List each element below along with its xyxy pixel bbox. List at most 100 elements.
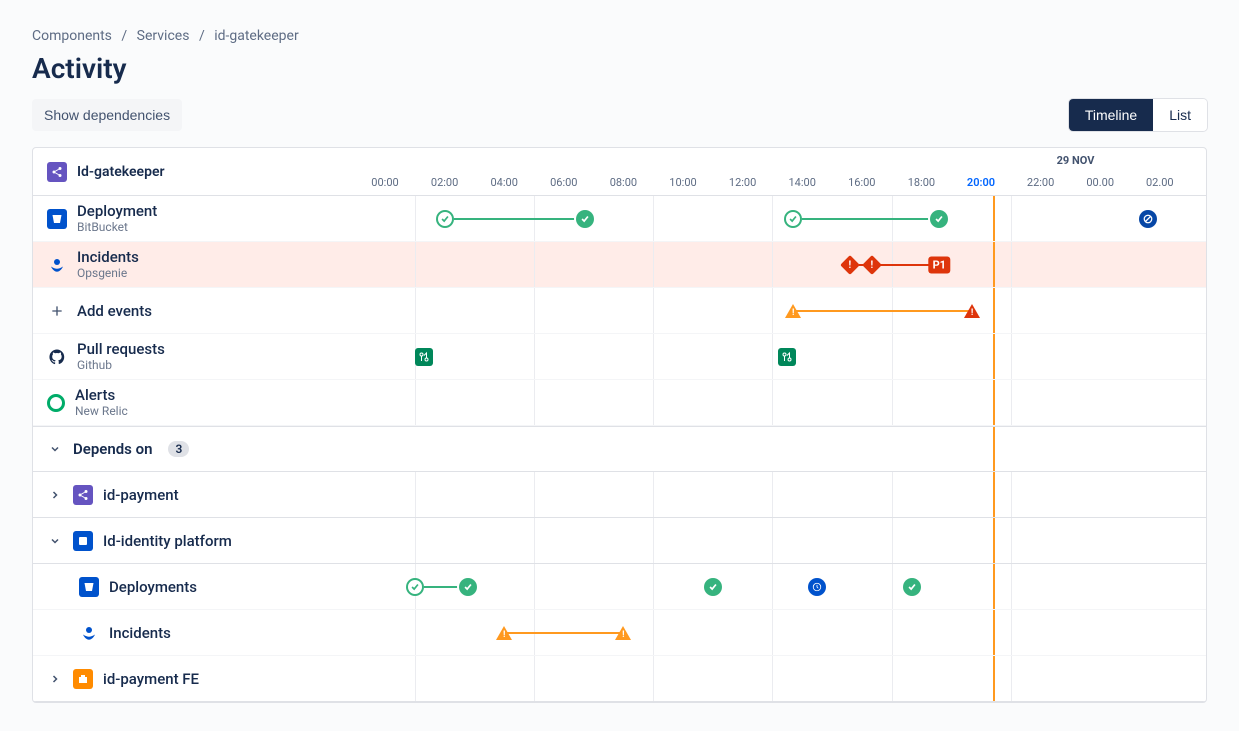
share-icon: [47, 162, 67, 182]
tick: 18:00: [908, 176, 935, 189]
timeline-row: [365, 518, 1206, 564]
timeline-segment[interactable]: [793, 218, 939, 220]
row-subtitle: Github: [77, 358, 165, 372]
opsgenie-icon: [79, 623, 99, 643]
now-indicator: [993, 242, 995, 287]
row-title: Add events: [77, 302, 152, 320]
row-incidents[interactable]: IncidentsOpsgenie: [33, 242, 365, 288]
row-id-identity[interactable]: Id-identity platform: [33, 518, 365, 564]
row-deployment[interactable]: DeploymentBitBucket: [33, 196, 365, 242]
depends-on-count: 3: [168, 441, 189, 457]
tick: 06:00: [550, 176, 577, 189]
timeline-marker[interactable]: [1139, 210, 1157, 228]
tick: 12:00: [729, 176, 756, 189]
timeline-marker[interactable]: [704, 578, 722, 596]
row-subtitle: BitBucket: [77, 220, 157, 234]
timeline-panel: Id-gatekeeper 29 NOV 00:00 02:00 04:00 06:0…: [32, 147, 1207, 703]
timeline-segment[interactable]: [445, 218, 585, 220]
timeline-marker[interactable]: [459, 578, 477, 596]
breadcrumb: Components / Services / id-gatekeeper: [32, 28, 1207, 44]
timeline-marker[interactable]: [406, 578, 424, 596]
crumb-current: id-gatekeeper: [214, 28, 299, 44]
row-add[interactable]: Add events: [33, 288, 365, 334]
crumb-services[interactable]: Services: [137, 28, 190, 44]
row-title: Incidents: [109, 624, 171, 642]
timeline-marker[interactable]: [930, 210, 948, 228]
timeline-row: !!: [365, 288, 1206, 334]
date-label: 29 NOV: [655, 154, 1207, 167]
timeline-row: !!: [365, 610, 1206, 656]
now-indicator: [993, 196, 995, 241]
view-list-button[interactable]: List: [1153, 99, 1207, 131]
row-id-identity-incidents[interactable]: Incidents: [33, 610, 365, 656]
app-icon: [73, 531, 93, 551]
tick: 00:00: [371, 176, 398, 189]
now-indicator: [993, 472, 995, 517]
tick: 20:00: [967, 176, 995, 189]
priority-badge[interactable]: P1: [929, 256, 950, 273]
tick: 02:00: [431, 176, 458, 189]
timeline-marker[interactable]: [576, 210, 594, 228]
now-indicator: [993, 334, 995, 379]
root-row[interactable]: Id-gatekeeper: [33, 148, 365, 196]
now-indicator: [993, 518, 995, 563]
timeline-header: 29 NOV 00:0002:0004:0006:0008:0010:0012:…: [365, 148, 1206, 196]
timeline-marker[interactable]: [436, 210, 454, 228]
newrelic-icon: [47, 394, 65, 412]
row-subtitle: Opsgenie: [77, 266, 139, 280]
crumb-sep: /: [199, 28, 205, 44]
row-pr[interactable]: Pull requestsGithub: [33, 334, 365, 380]
timeline-row: [365, 380, 1206, 426]
tick: 14:00: [788, 176, 815, 189]
tick: 22:00: [1027, 176, 1054, 189]
timeline-segment[interactable]: [793, 310, 972, 312]
now-indicator: [993, 380, 995, 425]
share-icon: [73, 485, 93, 505]
root-title: Id-gatekeeper: [77, 164, 165, 180]
row-title: id-payment FE: [103, 670, 199, 688]
timeline-row: [365, 334, 1206, 380]
timeline-row: [365, 564, 1206, 610]
service-icon: [73, 669, 93, 689]
chevron-right-icon[interactable]: [47, 487, 63, 503]
now-indicator: [993, 564, 995, 609]
view-toggle: Timeline List: [1069, 99, 1207, 131]
depends-on-section[interactable]: Depends on 3: [33, 426, 365, 472]
row-id-identity-deploy[interactable]: Deployments: [33, 564, 365, 610]
tick: 04:00: [490, 176, 517, 189]
row-id-payment[interactable]: id-payment: [33, 472, 365, 518]
opsgenie-icon: [47, 255, 67, 275]
github-icon: [47, 347, 67, 367]
tick: 16:00: [848, 176, 875, 189]
depends-on-label: Depends on: [73, 440, 152, 458]
row-title: id-payment: [103, 486, 179, 504]
tick: 08:00: [610, 176, 637, 189]
row-title: Deployments: [109, 578, 197, 596]
incident-marker[interactable]: !: [862, 255, 882, 275]
chevron-down-icon[interactable]: [47, 533, 63, 549]
pr-marker[interactable]: [415, 348, 433, 366]
row-title: Deployment: [77, 202, 157, 220]
crumb-components[interactable]: Components: [32, 28, 112, 44]
timeline-marker[interactable]: [808, 578, 826, 596]
pr-marker[interactable]: [778, 348, 796, 366]
row-id-payment-fe[interactable]: id-payment FE: [33, 656, 365, 702]
row-subtitle: New Relic: [75, 404, 128, 418]
timeline-marker[interactable]: [903, 578, 921, 596]
row-alerts[interactable]: AlertsNew Relic: [33, 380, 365, 426]
incident-marker[interactable]: !: [840, 255, 860, 275]
show-dependencies-button[interactable]: Show dependencies: [32, 99, 182, 131]
chevron-down-icon[interactable]: [47, 441, 63, 457]
chevron-right-icon[interactable]: [47, 671, 63, 687]
row-title: Pull requests: [77, 340, 165, 358]
view-timeline-button[interactable]: Timeline: [1069, 99, 1153, 131]
timeline-marker[interactable]: [784, 210, 802, 228]
timeline-row: [365, 656, 1206, 702]
timeline-segment[interactable]: [504, 632, 623, 634]
bitbucket-icon: [79, 577, 99, 597]
now-indicator: [993, 288, 995, 333]
timeline-row: [365, 196, 1206, 242]
page-title: Activity: [32, 52, 1207, 85]
crumb-sep: /: [121, 28, 127, 44]
now-indicator: [993, 656, 995, 701]
